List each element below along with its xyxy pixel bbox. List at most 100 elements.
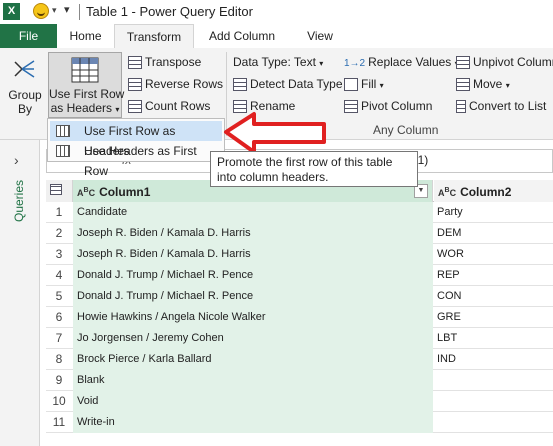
- unpivot-icon: [456, 56, 470, 70]
- cell-column1[interactable]: Joseph R. Biden / Kamala D. Harris: [73, 244, 433, 265]
- cell-column2[interactable]: [434, 391, 553, 412]
- cell-column1[interactable]: Joseph R. Biden / Kamala D. Harris: [73, 223, 433, 244]
- count-rows-icon: [128, 100, 142, 114]
- text-type-icon[interactable]: ABC: [77, 187, 95, 198]
- table-header-icon: [56, 145, 70, 157]
- detect-data-type-button[interactable]: Detect Data Type: [233, 77, 343, 92]
- excel-app-icon: X: [3, 3, 20, 20]
- customize-quick-access-icon[interactable]: ▾: [64, 3, 70, 16]
- use-first-row-menu: Use First Row as Headers Use Headers as …: [47, 118, 225, 178]
- row-number[interactable]: 6: [46, 307, 72, 328]
- fill-button[interactable]: Fill ▾: [344, 77, 384, 92]
- convert-to-list-button[interactable]: Convert to List: [456, 99, 547, 114]
- table-row: 7 Jo Jorgensen / Jeremy Cohen LBT: [46, 328, 553, 349]
- data-type-label: Data Type: Text: [233, 55, 316, 69]
- reverse-rows-button[interactable]: Reverse Rows: [128, 77, 224, 92]
- use-first-row-button[interactable]: Use First Row as Headers ▾: [48, 52, 125, 118]
- smiley-feedback-icon[interactable]: [33, 3, 49, 19]
- table-row: 2 Joseph R. Biden / Kamala D. Harris DEM: [46, 223, 553, 244]
- group-by-label-2: By: [17, 102, 32, 116]
- cell-column2[interactable]: CON: [434, 286, 553, 307]
- tab-add-column[interactable]: Add Column: [194, 24, 290, 48]
- cell-column1[interactable]: Void: [73, 391, 433, 412]
- title-bar: X ▾ ▾ Table 1 - Power Query Editor: [0, 0, 553, 24]
- row-number[interactable]: 3: [46, 244, 72, 265]
- row-number[interactable]: 8: [46, 349, 72, 370]
- row-number[interactable]: 4: [46, 265, 72, 286]
- red-arrow-annotation: [224, 112, 326, 154]
- row-number[interactable]: 1: [46, 202, 72, 223]
- text-type-icon[interactable]: ABC: [438, 187, 456, 198]
- cell-column2[interactable]: [434, 412, 553, 433]
- cell-column1[interactable]: Donald J. Trump / Michael R. Pence: [73, 265, 433, 286]
- pivot-column-button[interactable]: Pivot Column: [344, 99, 433, 114]
- cell-column2[interactable]: GRE: [434, 307, 553, 328]
- pivot-column-label: Pivot Column: [361, 99, 433, 113]
- group-by-button[interactable]: Group By: [4, 56, 46, 116]
- chevron-down-icon: ▾: [379, 81, 384, 90]
- cell-column1[interactable]: Donald J. Trump / Michael R. Pence: [73, 286, 433, 307]
- table-menu-icon[interactable]: [46, 180, 73, 202]
- column-header-1-label: Column1: [99, 185, 151, 199]
- convert-to-list-label: Convert to List: [469, 99, 547, 113]
- data-type-dropdown[interactable]: Data Type: Text ▾: [233, 55, 323, 69]
- move-button[interactable]: Move ▾: [456, 77, 510, 92]
- cell-column1[interactable]: Howie Hawkins / Angela Nicole Walker: [73, 307, 433, 328]
- tooltip-line-2: into column headers.: [217, 170, 329, 184]
- transpose-label: Transpose: [145, 55, 202, 69]
- cell-column1[interactable]: Jo Jorgensen / Jeremy Cohen: [73, 328, 433, 349]
- queries-pane-label[interactable]: Queries: [12, 180, 26, 222]
- tab-view[interactable]: View: [290, 24, 350, 48]
- table-row: 3 Joseph R. Biden / Kamala D. Harris WOR: [46, 244, 553, 265]
- menu-item-use-headers[interactable]: Use Headers as First Row: [50, 141, 222, 178]
- row-number[interactable]: 11: [46, 412, 72, 433]
- table-row: 1 Candidate Party: [46, 202, 553, 223]
- count-rows-label: Count Rows: [145, 99, 211, 113]
- detect-type-icon: [233, 78, 247, 92]
- unpivot-columns-label: Unpivot Column: [473, 55, 553, 69]
- cell-column1[interactable]: Brock Pierce / Karla Ballard: [73, 349, 433, 370]
- tab-transform[interactable]: Transform: [114, 24, 194, 48]
- reverse-rows-label: Reverse Rows: [145, 77, 224, 91]
- column-header-2[interactable]: ABC Column2: [434, 180, 553, 202]
- cell-column2[interactable]: DEM: [434, 223, 553, 244]
- move-label: Move: [473, 77, 503, 91]
- menu-item-use-first-row[interactable]: Use First Row as Headers: [50, 121, 222, 158]
- chevron-down-icon[interactable]: ▾: [52, 5, 57, 16]
- tab-home[interactable]: Home: [57, 24, 114, 48]
- tab-file[interactable]: File: [0, 24, 57, 48]
- cell-column1[interactable]: Blank: [73, 370, 433, 391]
- count-rows-button[interactable]: Count Rows: [128, 99, 211, 114]
- table-row: 10 Void: [46, 391, 553, 412]
- chevron-down-icon: ▾: [115, 105, 120, 114]
- row-number[interactable]: 10: [46, 391, 72, 412]
- row-number[interactable]: 5: [46, 286, 72, 307]
- row-number[interactable]: 2: [46, 223, 72, 244]
- cell-column1[interactable]: Candidate: [73, 202, 433, 223]
- transpose-button[interactable]: Transpose: [128, 55, 202, 70]
- cell-column2[interactable]: [434, 370, 553, 391]
- cell-column2[interactable]: IND: [434, 349, 553, 370]
- unpivot-columns-button[interactable]: Unpivot Column: [456, 55, 553, 70]
- move-icon: [456, 78, 470, 92]
- table-row: 11 Write-in: [46, 412, 553, 433]
- replace-icon: 1→2: [344, 58, 366, 69]
- chevron-right-icon[interactable]: ›: [14, 152, 19, 168]
- use-first-row-label-1: Use First Row: [49, 87, 125, 101]
- menu-item-label: Use Headers as First Row: [84, 144, 197, 178]
- cell-column1[interactable]: Write-in: [73, 412, 433, 433]
- use-first-row-label-2: as Headers: [50, 101, 112, 115]
- cell-column2[interactable]: Party: [434, 202, 553, 223]
- title-separator: [79, 4, 80, 20]
- cell-column2[interactable]: WOR: [434, 244, 553, 265]
- cell-column2[interactable]: LBT: [434, 328, 553, 349]
- table-row: 6 Howie Hawkins / Angela Nicole Walker GRE: [46, 307, 553, 328]
- cell-column2[interactable]: REP: [434, 265, 553, 286]
- group-by-icon: [14, 60, 35, 78]
- row-number[interactable]: 9: [46, 370, 72, 391]
- row-number[interactable]: 7: [46, 328, 72, 349]
- pivot-icon: [344, 100, 358, 114]
- replace-values-button[interactable]: 1→2Replace Values ▾: [344, 55, 459, 69]
- fill-label: Fill: [361, 77, 377, 91]
- detect-data-type-label: Detect Data Type: [250, 77, 343, 91]
